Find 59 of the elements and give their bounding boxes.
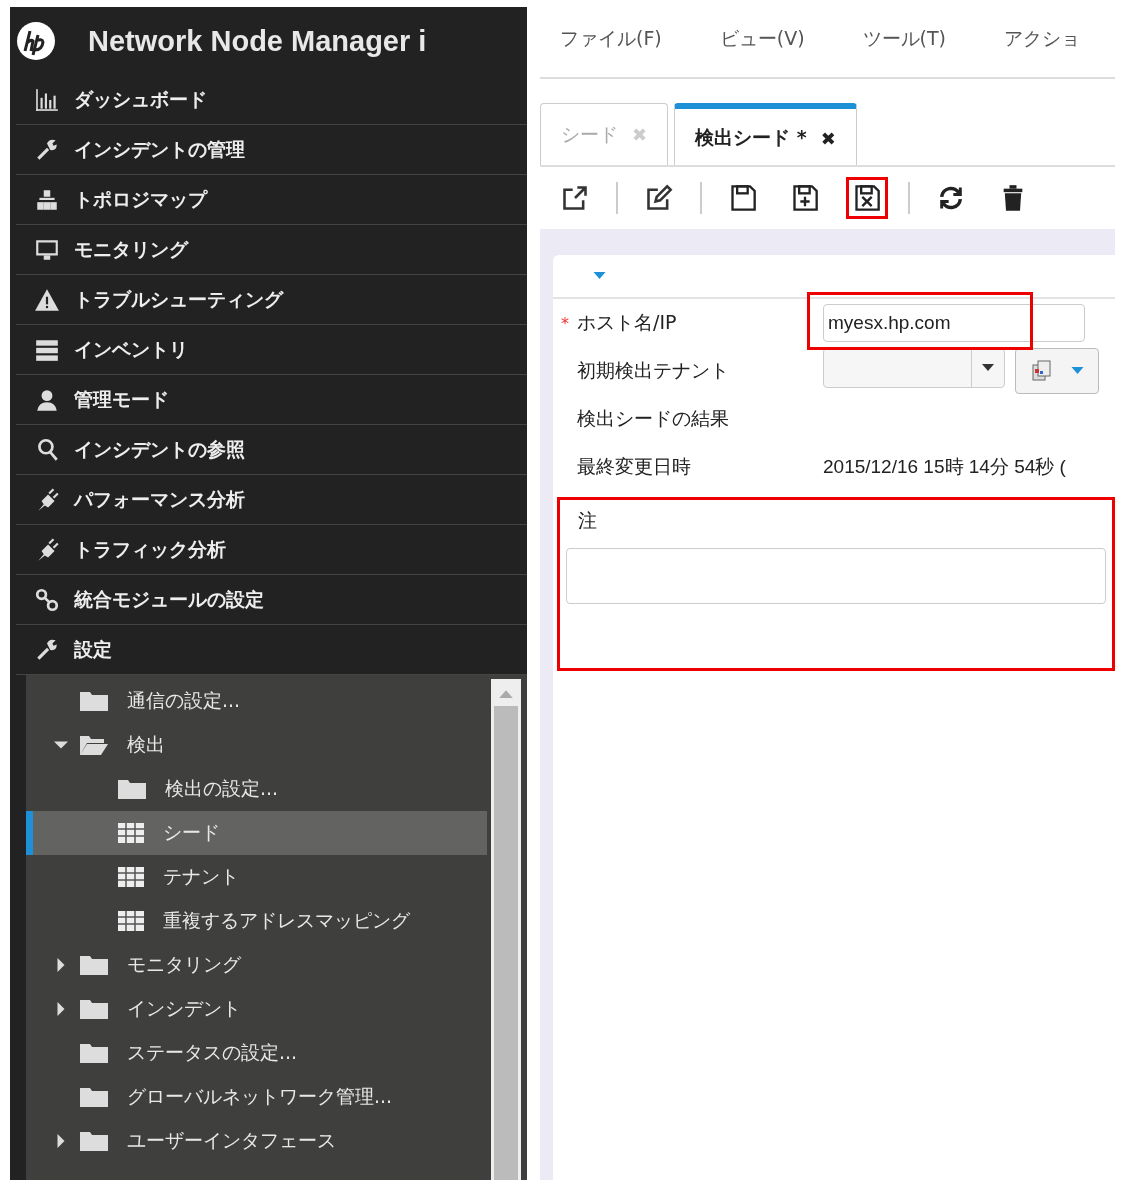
folder-icon [79,1129,109,1153]
notes-field[interactable] [566,548,1106,604]
open-folder-icon [79,733,109,757]
tree-item[interactable]: 検出 [26,723,487,767]
folder-icon [79,689,109,713]
close-icon[interactable]: ✖ [820,127,836,149]
nav-item[interactable]: インシデントの管理 [16,125,527,175]
nav-item[interactable]: インシデントの参照 [16,425,527,475]
collapse-caret-icon[interactable] [593,272,606,280]
table-icon [117,822,145,844]
menu-item[interactable]: ファイル(F) [560,25,662,52]
nav-item[interactable]: 統合モジュールの設定 [16,575,527,625]
table-icon [117,910,145,932]
menu-item[interactable]: アクショ [1004,25,1081,52]
save-close-icon[interactable] [846,177,888,219]
menu-item[interactable]: ツール(T) [862,25,947,52]
folder-icon [79,1041,109,1065]
tree-item[interactable]: ユーザーインタフェース [26,1119,487,1163]
link-icon [34,586,60,613]
nav-item[interactable]: パフォーマンス分析 [16,475,527,525]
field-label: 最終変更日時 [577,454,692,479]
tree-item[interactable]: インシデント [26,987,487,1031]
tree-item[interactable]: 通信の設定... [26,679,487,723]
nav-item[interactable]: トラフィック分析 [16,525,527,575]
tenant-picker-button[interactable] [1015,348,1099,394]
scrollbar[interactable] [491,679,521,1180]
required-mark: * [561,313,569,333]
menu-item[interactable]: ビュー(V) [719,25,805,52]
tree-item[interactable]: モニタリング [26,943,487,987]
nav-item[interactable]: 管理モード [16,375,527,425]
tab[interactable]: 検出シード * ✖ [674,103,857,165]
tree-item[interactable]: グローバルネットワーク管理... [26,1075,487,1119]
app-title: Network Node Manager i [88,24,427,58]
tree-item[interactable]: テナント [26,855,487,899]
nav-item[interactable]: ダッシュボード [16,75,527,125]
field-label: 注 [577,508,598,533]
tree-item[interactable]: 検出の設定... [26,767,487,811]
field-value: 2015/12/16 15時 14分 54秒 ( [823,456,1066,477]
nav-item[interactable]: インベントリ [16,325,527,375]
dropdown-arrow-icon [1070,367,1084,375]
field-label: 検出シードの結果 [577,406,730,431]
tree-item[interactable]: 重複するアドレスマッピング [26,899,487,943]
folder-icon [79,1085,109,1109]
nav-item[interactable]: トポロジマップ [16,175,527,225]
dropdown-arrow-icon [982,364,994,372]
hostname-field[interactable]: myesx.hp.com [823,304,1085,342]
bar-chart-icon [34,86,60,113]
folder-icon [117,777,147,801]
nav-item[interactable]: トラブルシューティング [16,275,527,325]
tree-item[interactable]: ステータスの設定... [26,1031,487,1075]
folder-icon [79,997,109,1021]
table-icon [117,866,145,888]
field-label: ホスト名/IP [577,310,678,335]
field-label: 初期検出テナント [577,358,730,383]
nav-item[interactable]: モニタリング [16,225,527,275]
logo-icon [16,21,56,61]
folder-icon [79,953,109,977]
tree-item[interactable]: シード [26,811,487,855]
tenant-dropdown[interactable] [823,348,1005,388]
